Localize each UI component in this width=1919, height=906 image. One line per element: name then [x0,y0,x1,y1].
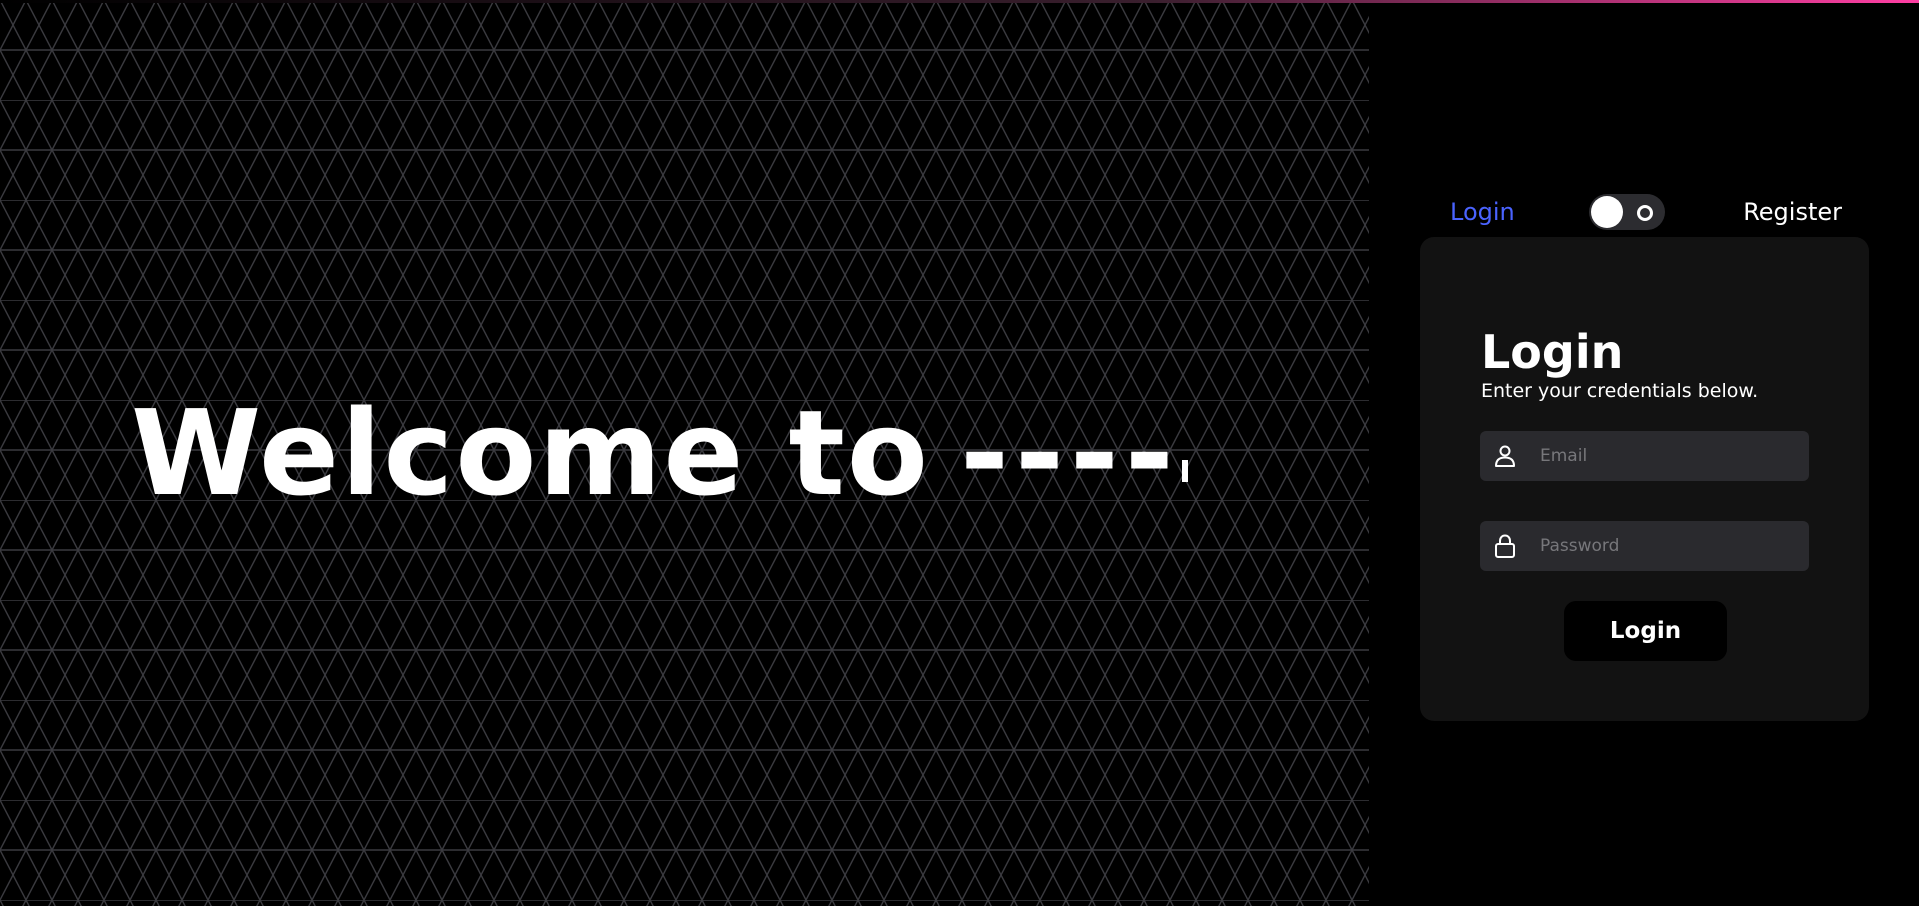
email-input[interactable] [1540,431,1800,481]
hero-section: Welcome to ---- [0,0,1369,906]
login-card-title: Login [1481,325,1624,379]
circle-icon [1637,205,1653,221]
login-card: Login Enter your credentials below. Logi… [1420,237,1869,721]
login-register-toggle[interactable] [1589,194,1665,230]
login-submit-button[interactable]: Login [1564,601,1727,661]
typing-caret [1181,460,1188,482]
top-accent-bar [0,0,1919,3]
password-field [1480,521,1809,571]
user-icon [1495,445,1515,467]
auth-mode-switcher: Login Register [1450,192,1842,230]
tab-login[interactable]: Login [1450,198,1515,226]
toggle-knob [1591,196,1623,228]
login-card-subtitle: Enter your credentials below. [1481,380,1759,402]
hero-title-text: Welcome to [131,384,930,522]
hero-title-typing-text: ---- [959,384,1180,522]
tab-register[interactable]: Register [1743,198,1842,226]
hero-title: Welcome to ---- [131,388,1188,518]
lock-icon [1495,534,1515,558]
password-input[interactable] [1540,521,1800,571]
email-field [1480,431,1809,481]
